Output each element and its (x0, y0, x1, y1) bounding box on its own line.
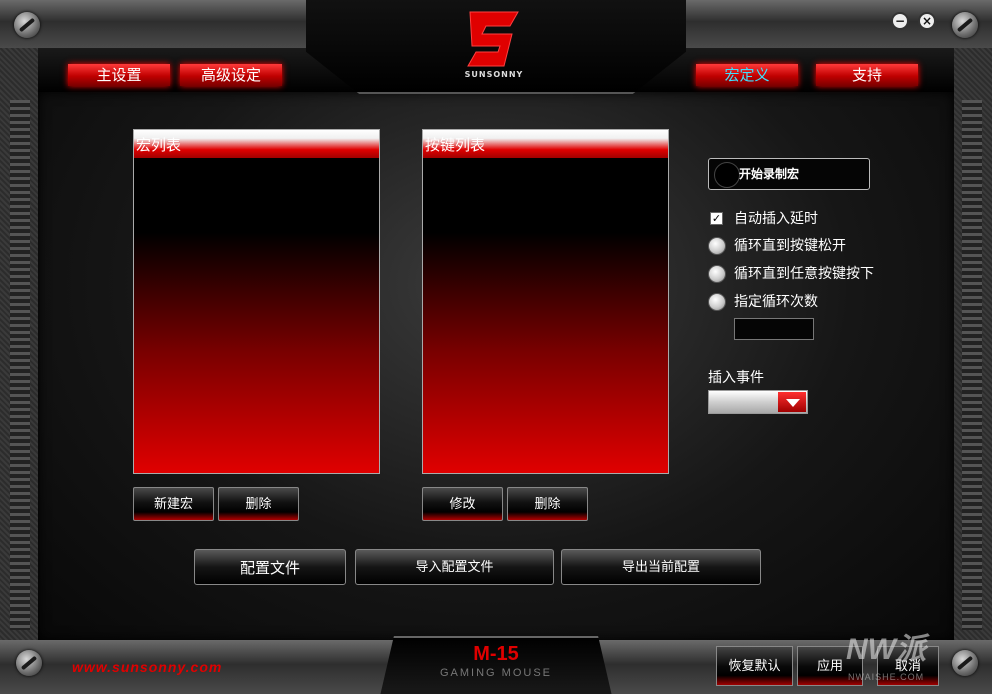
insert-event-label: 插入事件 (708, 370, 764, 386)
screw-icon (952, 650, 978, 676)
minimize-button[interactable]: − (891, 12, 909, 30)
profile-button[interactable]: 配置文件 (194, 549, 346, 585)
right-vent (962, 100, 982, 630)
loop-until-release-label: 循环直到按键松开 (734, 238, 846, 254)
restore-default-button[interactable]: 恢复默认 (716, 646, 793, 686)
top-left-band (0, 0, 306, 48)
tab-macro[interactable]: 宏定义 (696, 64, 798, 86)
loop-until-any-label: 循环直到任意按键按下 (734, 266, 874, 282)
macro-list[interactable]: 宏列表 (133, 129, 380, 474)
start-record-label: 开始录制宏 (739, 167, 800, 181)
logo-text: SUNSONNY (464, 70, 524, 79)
screw-icon (16, 650, 42, 676)
left-vent (10, 100, 30, 630)
key-list-title: 按键列表 (425, 136, 486, 154)
app-window: SUNSONNY − × 主设置 高级设定 宏定义 支持 宏列表 新建宏 删除 … (0, 0, 992, 694)
tab-support[interactable]: 支持 (816, 64, 918, 86)
screw-icon (14, 12, 40, 38)
brand-url: www.sunsonny.com (72, 659, 223, 675)
macro-list-title: 宏列表 (136, 136, 182, 154)
radio-icon[interactable] (708, 265, 726, 283)
chevron-down-icon[interactable] (778, 392, 806, 412)
export-profile-button[interactable]: 导出当前配置 (561, 549, 761, 585)
tab-main-settings[interactable]: 主设置 (68, 64, 170, 86)
import-profile-button[interactable]: 导入配置文件 (355, 549, 554, 585)
macro-list-header: 宏列表 (134, 130, 379, 158)
record-icon (714, 162, 740, 188)
modify-key-button[interactable]: 修改 (422, 487, 503, 521)
model-name: M-15 (473, 643, 519, 665)
new-macro-button[interactable]: 新建宏 (133, 487, 214, 521)
screw-icon (952, 12, 978, 38)
watermark-logo: NW派 (846, 633, 926, 666)
loop-count-input[interactable] (734, 318, 814, 340)
tab-advanced-settings[interactable]: 高级设定 (180, 64, 282, 86)
watermark-url: NWAISHE.COM (848, 672, 925, 682)
loop-count-label: 指定循环次数 (734, 294, 818, 310)
auto-delay-label: 自动插入延时 (734, 211, 818, 227)
key-list-header: 按键列表 (423, 130, 668, 158)
key-list[interactable]: 按键列表 (422, 129, 669, 474)
start-record-button[interactable]: 开始录制宏 (708, 158, 870, 190)
delete-key-button[interactable]: 删除 (507, 487, 588, 521)
delete-macro-button[interactable]: 删除 (218, 487, 299, 521)
model-subtitle: GAMING MOUSE (439, 667, 552, 679)
radio-icon[interactable] (708, 237, 726, 255)
close-button[interactable]: × (918, 12, 936, 30)
sunsonny-logo-icon (467, 11, 519, 67)
insert-event-select[interactable] (708, 390, 808, 414)
radio-icon[interactable] (708, 293, 726, 311)
checkmark-icon[interactable]: ✓ (710, 212, 723, 225)
top-right-band (686, 0, 992, 48)
